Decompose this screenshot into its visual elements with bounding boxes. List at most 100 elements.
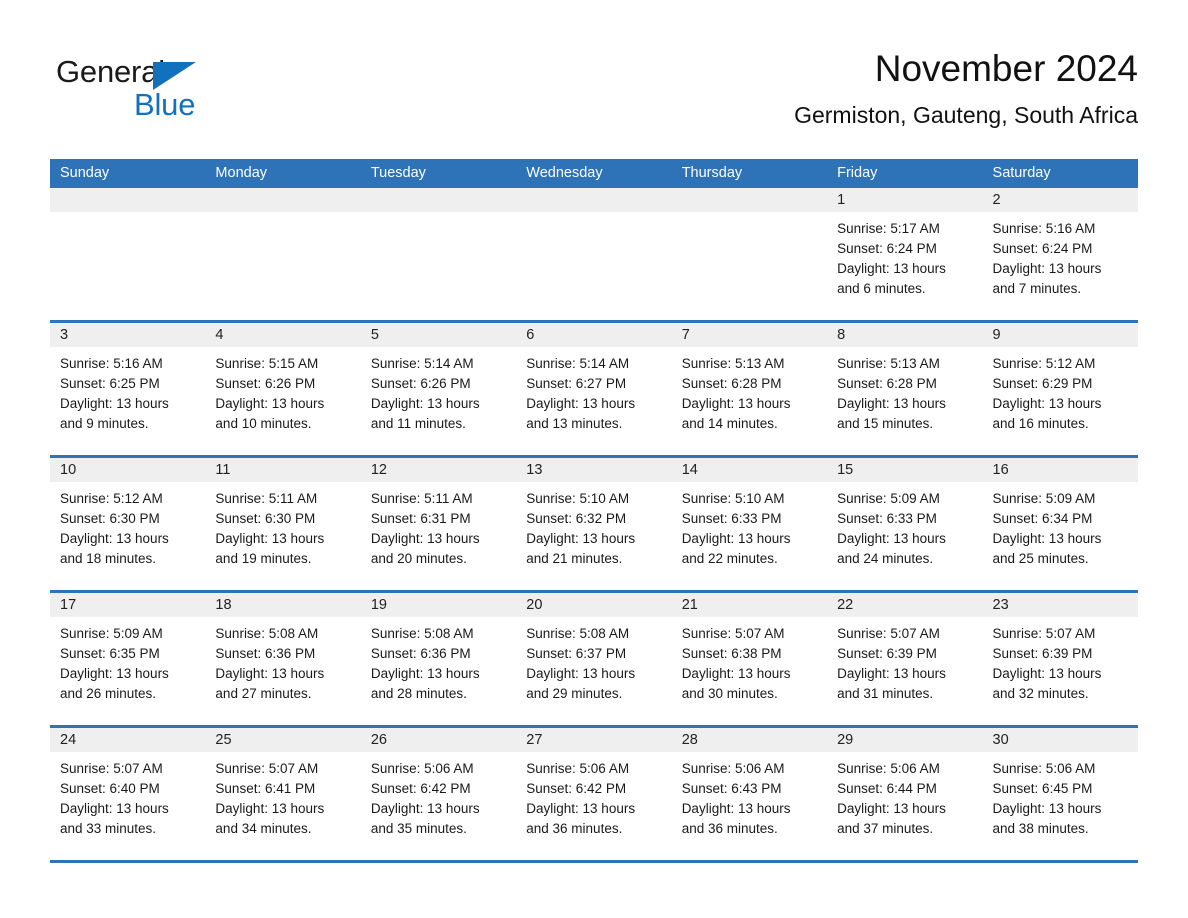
sunrise-text: Sunrise: 5:10 AM bbox=[681, 491, 785, 506]
sunset-text: Sunset: 6:33 PM bbox=[681, 511, 782, 526]
day-cell bbox=[50, 188, 206, 320]
day-cell[interactable]: 8 Sunrise: 5:13 AM Sunset: 6:28 PM Dayli… bbox=[827, 323, 983, 455]
day-cell[interactable]: 5 Sunrise: 5:14 AM Sunset: 6:26 PM Dayli… bbox=[360, 323, 517, 455]
day-cell[interactable]: 24 Sunrise: 5:07 AM Sunset: 6:40 PM Dayl… bbox=[50, 728, 206, 860]
day-number: 10 bbox=[50, 458, 206, 482]
daylight-text-line1: Daylight: 13 hours bbox=[60, 396, 169, 411]
day-cell[interactable]: 29 Sunrise: 5:06 AM Sunset: 6:44 PM Dayl… bbox=[827, 728, 983, 860]
day-cell[interactable]: 17 Sunrise: 5:09 AM Sunset: 6:35 PM Dayl… bbox=[50, 593, 206, 725]
sunset-text: Sunset: 6:28 PM bbox=[837, 376, 937, 391]
daylight-text-line2: and 13 minutes. bbox=[526, 416, 623, 431]
weekday-header-row: Sunday Monday Tuesday Wednesday Thursday… bbox=[50, 159, 1138, 188]
day-details: Sunrise: 5:15 AM Sunset: 6:26 PM Dayligh… bbox=[205, 347, 360, 444]
day-cell[interactable]: 9 Sunrise: 5:12 AM Sunset: 6:29 PM Dayli… bbox=[982, 323, 1138, 455]
daylight-text-line1: Daylight: 13 hours bbox=[992, 666, 1102, 681]
daylight-text-line1: Daylight: 13 hours bbox=[215, 666, 325, 681]
day-cell[interactable]: 28 Sunrise: 5:06 AM Sunset: 6:43 PM Dayl… bbox=[671, 728, 828, 860]
day-number: 12 bbox=[360, 458, 517, 482]
day-cell[interactable]: 16 Sunrise: 5:09 AM Sunset: 6:34 PM Dayl… bbox=[982, 458, 1138, 590]
day-number: 5 bbox=[360, 323, 517, 347]
daylight-text-line2: and 30 minutes. bbox=[681, 686, 778, 701]
sunrise-text: Sunrise: 5:07 AM bbox=[681, 626, 785, 641]
day-cell[interactable]: 3 Sunrise: 5:16 AM Sunset: 6:25 PM Dayli… bbox=[50, 323, 206, 455]
sunset-text: Sunset: 6:34 PM bbox=[992, 511, 1093, 526]
day-details: Sunrise: 5:11 AM Sunset: 6:31 PM Dayligh… bbox=[361, 482, 516, 579]
day-cell[interactable]: 23 Sunrise: 5:07 AM Sunset: 6:39 PM Dayl… bbox=[982, 593, 1138, 725]
day-cell[interactable]: 10 Sunrise: 5:12 AM Sunset: 6:30 PM Dayl… bbox=[50, 458, 206, 590]
day-cell bbox=[205, 188, 361, 320]
day-details bbox=[205, 212, 360, 229]
day-cell[interactable]: 13 Sunrise: 5:10 AM Sunset: 6:32 PM Dayl… bbox=[516, 458, 672, 590]
sunset-text: Sunset: 6:33 PM bbox=[837, 511, 937, 526]
sunset-text: Sunset: 6:29 PM bbox=[992, 376, 1093, 391]
daylight-text-line2: and 10 minutes. bbox=[215, 416, 312, 431]
daylight-text-line2: and 16 minutes. bbox=[992, 416, 1089, 431]
day-number: 4 bbox=[205, 323, 361, 347]
week-row: 1 Sunrise: 5:17 AM Sunset: 6:24 PM Dayli… bbox=[50, 188, 1138, 323]
location-subtitle: Germiston, Gauteng, South Africa bbox=[794, 102, 1138, 128]
day-number: 6 bbox=[516, 323, 672, 347]
daylight-text-line2: and 6 minutes. bbox=[837, 281, 926, 296]
daylight-text-line1: Daylight: 13 hours bbox=[370, 396, 480, 411]
sunrise-text: Sunrise: 5:10 AM bbox=[526, 491, 630, 506]
daylight-text-line2: and 35 minutes. bbox=[370, 821, 467, 836]
sunrise-text: Sunrise: 5:08 AM bbox=[215, 626, 319, 641]
day-cell[interactable]: 7 Sunrise: 5:13 AM Sunset: 6:28 PM Dayli… bbox=[671, 323, 828, 455]
day-number: 26 bbox=[360, 728, 517, 752]
day-details: Sunrise: 5:06 AM Sunset: 6:44 PM Dayligh… bbox=[827, 752, 982, 849]
daylight-text-line1: Daylight: 13 hours bbox=[992, 396, 1102, 411]
day-number: 14 bbox=[671, 458, 828, 482]
daylight-text-line2: and 28 minutes. bbox=[370, 686, 467, 701]
daylight-text-line1: Daylight: 13 hours bbox=[370, 531, 480, 546]
day-details: Sunrise: 5:10 AM Sunset: 6:32 PM Dayligh… bbox=[516, 482, 671, 579]
day-cell[interactable]: 12 Sunrise: 5:11 AM Sunset: 6:31 PM Dayl… bbox=[360, 458, 517, 590]
day-cell[interactable]: 4 Sunrise: 5:15 AM Sunset: 6:26 PM Dayli… bbox=[205, 323, 361, 455]
day-cell[interactable]: 30 Sunrise: 5:06 AM Sunset: 6:45 PM Dayl… bbox=[982, 728, 1138, 860]
day-cell[interactable]: 22 Sunrise: 5:07 AM Sunset: 6:39 PM Dayl… bbox=[827, 593, 983, 725]
day-details bbox=[672, 212, 827, 229]
daylight-text-line1: Daylight: 13 hours bbox=[681, 396, 791, 411]
day-number: 30 bbox=[982, 728, 1138, 752]
daylight-text-line2: and 24 minutes. bbox=[837, 551, 934, 566]
sunrise-text: Sunrise: 5:06 AM bbox=[526, 761, 630, 776]
sunrise-text: Sunrise: 5:06 AM bbox=[992, 761, 1096, 776]
daylight-text-line1: Daylight: 13 hours bbox=[60, 531, 169, 546]
daylight-text-line1: Daylight: 13 hours bbox=[992, 531, 1102, 546]
day-cell[interactable]: 21 Sunrise: 5:07 AM Sunset: 6:38 PM Dayl… bbox=[671, 593, 828, 725]
sunset-text: Sunset: 6:45 PM bbox=[992, 781, 1093, 796]
day-cell[interactable]: 11 Sunrise: 5:11 AM Sunset: 6:30 PM Dayl… bbox=[205, 458, 361, 590]
day-cell[interactable]: 27 Sunrise: 5:06 AM Sunset: 6:42 PM Dayl… bbox=[516, 728, 672, 860]
sunset-text: Sunset: 6:41 PM bbox=[215, 781, 316, 796]
weekday-header-wednesday: Wednesday bbox=[526, 165, 603, 181]
day-cell[interactable]: 19 Sunrise: 5:08 AM Sunset: 6:36 PM Dayl… bbox=[360, 593, 517, 725]
day-cell[interactable]: 26 Sunrise: 5:06 AM Sunset: 6:42 PM Dayl… bbox=[360, 728, 517, 860]
sunset-text: Sunset: 6:26 PM bbox=[215, 376, 316, 391]
day-cell[interactable]: 15 Sunrise: 5:09 AM Sunset: 6:33 PM Dayl… bbox=[827, 458, 983, 590]
day-number: 1 bbox=[827, 188, 983, 212]
day-number: 3 bbox=[50, 323, 206, 347]
day-details: Sunrise: 5:07 AM Sunset: 6:39 PM Dayligh… bbox=[827, 617, 982, 714]
day-cell[interactable]: 20 Sunrise: 5:08 AM Sunset: 6:37 PM Dayl… bbox=[516, 593, 672, 725]
daylight-text-line1: Daylight: 13 hours bbox=[837, 396, 946, 411]
brand-logo[interactable]: General Blue bbox=[56, 54, 256, 134]
day-cell[interactable]: 2 Sunrise: 5:16 AM Sunset: 6:24 PM Dayli… bbox=[982, 188, 1138, 320]
sunset-text: Sunset: 6:30 PM bbox=[215, 511, 316, 526]
day-number: 16 bbox=[982, 458, 1138, 482]
day-cell[interactable]: 6 Sunrise: 5:14 AM Sunset: 6:27 PM Dayli… bbox=[516, 323, 672, 455]
day-cell[interactable]: 1 Sunrise: 5:17 AM Sunset: 6:24 PM Dayli… bbox=[827, 188, 983, 320]
sunset-text: Sunset: 6:25 PM bbox=[60, 376, 160, 391]
day-cell[interactable]: 25 Sunrise: 5:07 AM Sunset: 6:41 PM Dayl… bbox=[205, 728, 361, 860]
daylight-text-line2: and 11 minutes. bbox=[370, 416, 466, 431]
sunset-text: Sunset: 6:37 PM bbox=[526, 646, 627, 661]
day-details: Sunrise: 5:13 AM Sunset: 6:28 PM Dayligh… bbox=[827, 347, 982, 444]
daylight-text-line1: Daylight: 13 hours bbox=[837, 261, 946, 276]
day-details: Sunrise: 5:09 AM Sunset: 6:34 PM Dayligh… bbox=[983, 482, 1138, 579]
day-details bbox=[516, 212, 671, 229]
calendar-grid: Sunday Monday Tuesday Wednesday Thursday… bbox=[50, 159, 1138, 863]
day-cell[interactable]: 14 Sunrise: 5:10 AM Sunset: 6:33 PM Dayl… bbox=[671, 458, 828, 590]
day-cell[interactable]: 18 Sunrise: 5:08 AM Sunset: 6:36 PM Dayl… bbox=[205, 593, 361, 725]
day-details: Sunrise: 5:08 AM Sunset: 6:36 PM Dayligh… bbox=[205, 617, 360, 714]
week-row: 17 Sunrise: 5:09 AM Sunset: 6:35 PM Dayl… bbox=[50, 593, 1138, 728]
day-details: Sunrise: 5:06 AM Sunset: 6:42 PM Dayligh… bbox=[516, 752, 671, 849]
weekday-header-friday: Friday bbox=[837, 165, 878, 181]
